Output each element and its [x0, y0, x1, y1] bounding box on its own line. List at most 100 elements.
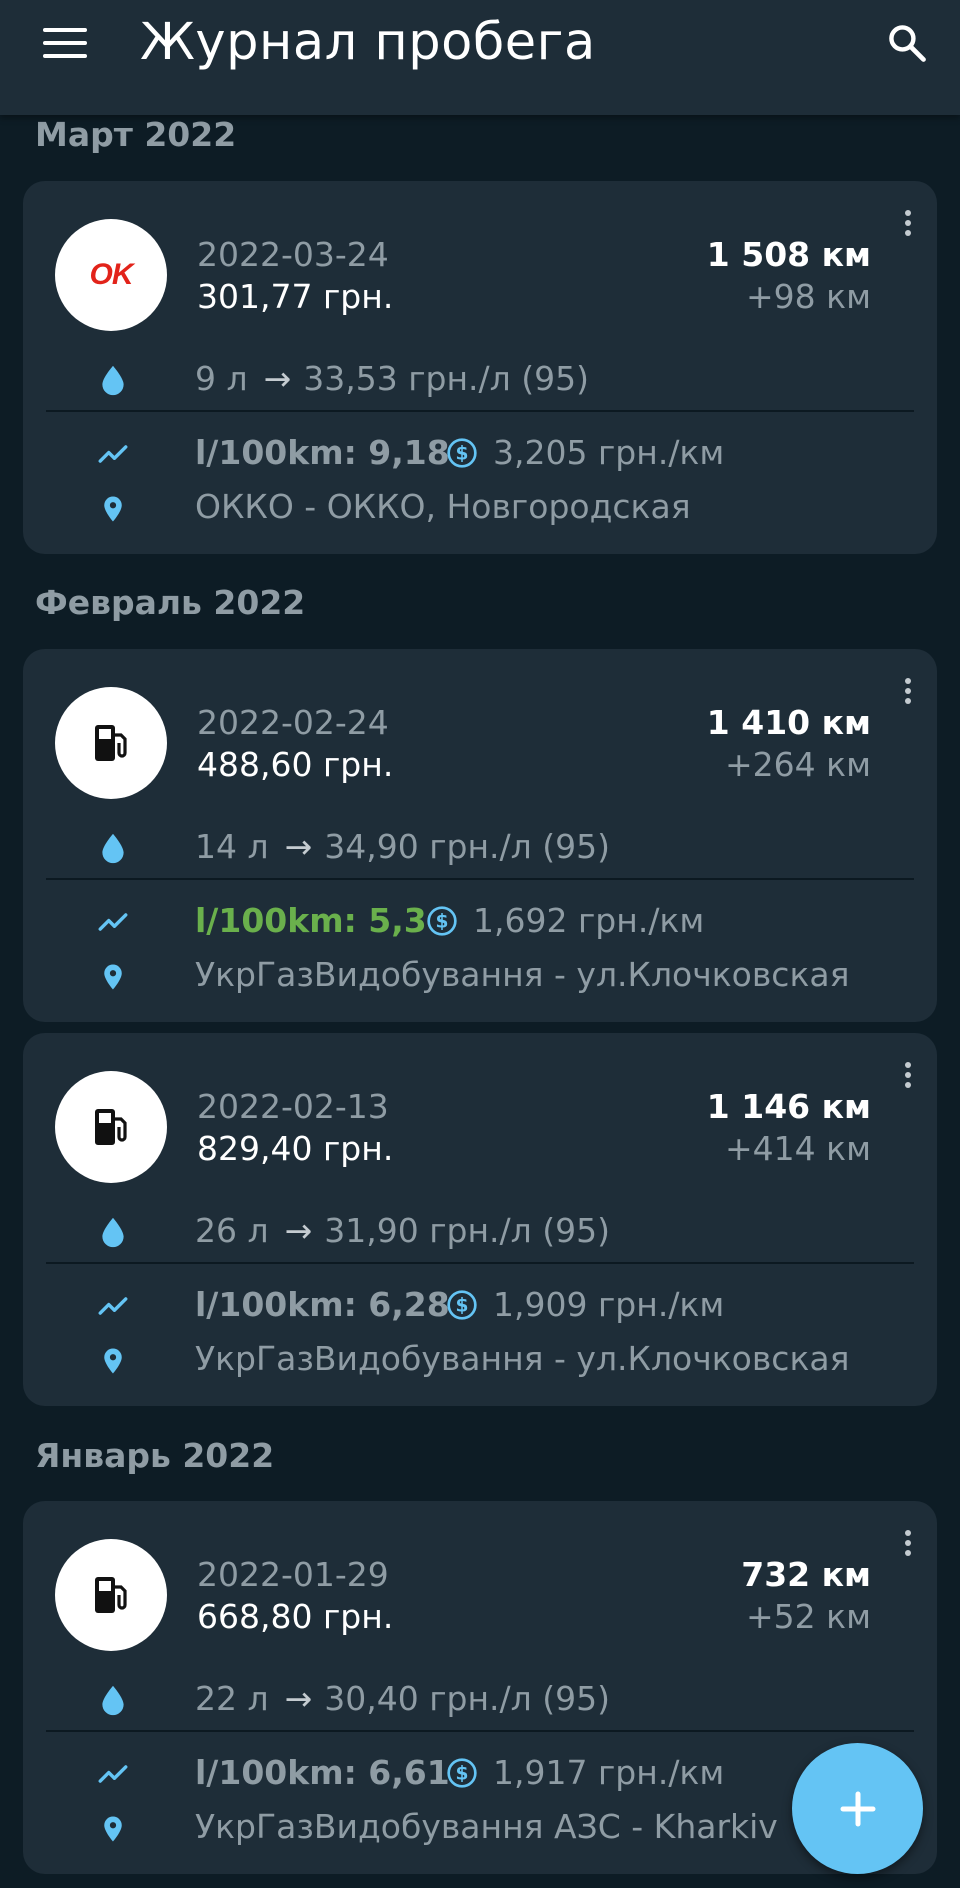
- unit-price: 34,90 грн./л: [324, 827, 532, 866]
- add-entry-button[interactable]: [792, 1743, 923, 1874]
- entry-price: 301,77 грн.: [197, 277, 394, 316]
- month-header: Март 2022: [35, 115, 237, 154]
- odometer-value: 1 410 км: [706, 703, 871, 742]
- entry-date: 2022-02-13: [197, 1087, 389, 1126]
- odometer-value: 1 146 км: [706, 1087, 871, 1126]
- month-header: Февраль 2022: [35, 583, 306, 622]
- okko-logo-text: OK: [89, 258, 134, 291]
- distance-delta: +98 км: [746, 277, 871, 316]
- arrow-icon: →: [284, 1211, 313, 1250]
- distance-delta: +52 км: [746, 1597, 871, 1636]
- svg-text:$: $: [436, 912, 449, 933]
- more-options-button[interactable]: [893, 671, 923, 711]
- fuel-volume-line: 22 л → 30,40 грн./л (95): [195, 1679, 610, 1719]
- fuel-type: (95): [542, 827, 611, 866]
- entry-price: 829,40 грн.: [197, 1129, 394, 1168]
- more-vert-dot: [905, 698, 911, 704]
- search-button[interactable]: [872, 8, 942, 78]
- trending-icon: [93, 1754, 133, 1794]
- search-icon: [889, 25, 926, 62]
- cost-per-km: 3,205 грн./км: [493, 433, 725, 472]
- menu-button[interactable]: [22, 8, 108, 78]
- refuel-card[interactable]: 2022-02-24 488,60 грн. 1 410 км +264 км …: [23, 649, 937, 1022]
- cost-per-km: 1,692 грн./км: [473, 901, 705, 940]
- more-vert-dot: [905, 1072, 911, 1078]
- more-vert-dot: [905, 688, 911, 694]
- divider: [46, 410, 914, 412]
- svg-text:$: $: [456, 444, 469, 465]
- page-title: Журнал пробега: [140, 13, 596, 72]
- arrow-icon: →: [263, 359, 292, 398]
- fuel-pump-icon: [55, 1071, 167, 1183]
- dollar-circle-icon: $: [427, 906, 457, 936]
- fuel-pump-icon: [55, 687, 167, 799]
- dollar-circle-icon: $: [447, 1290, 477, 1320]
- more-vert-dot: [905, 230, 911, 236]
- refuel-card[interactable]: OK 2022-03-24 301,77 грн. 1 508 км +98 к…: [23, 181, 937, 554]
- location-pin-icon: [93, 1341, 133, 1381]
- entry-date: 2022-03-24: [197, 235, 389, 274]
- cost-per-km: 1,909 грн./км: [493, 1285, 725, 1324]
- divider: [46, 1262, 914, 1264]
- entry-date: 2022-01-29: [197, 1555, 389, 1594]
- fuel-type: (95): [542, 1679, 611, 1718]
- fuel-volume-line: 9 л → 33,53 грн./л (95): [195, 359, 589, 399]
- refuel-list[interactable]: Март 2022 OK 2022-03-24 301,77 грн. 1 50…: [0, 0, 960, 1888]
- more-vert-icon: [905, 210, 911, 216]
- more-vert-dot: [905, 1550, 911, 1556]
- station-name: ОККО - ОККО, Новгородская: [195, 487, 691, 526]
- dollar-circle-icon: $: [447, 1758, 477, 1788]
- water-drop-icon: [93, 1212, 133, 1252]
- arrow-icon: →: [284, 1679, 313, 1718]
- fuel-type: (95): [542, 1211, 611, 1250]
- fuel-volume-line: 26 л → 31,90 грн./л (95): [195, 1211, 610, 1251]
- app-bar: Журнал пробега: [0, 0, 960, 115]
- more-vert-icon: [905, 1062, 911, 1068]
- more-vert-dot: [905, 1082, 911, 1088]
- location-pin-icon: [93, 957, 133, 997]
- consumption: l/100km: 5,3: [195, 901, 427, 940]
- divider: [46, 1730, 914, 1732]
- divider: [46, 878, 914, 880]
- more-options-button[interactable]: [893, 203, 923, 243]
- consumption: l/100km: 9,18: [195, 433, 450, 472]
- svg-text:$: $: [456, 1296, 469, 1317]
- water-drop-icon: [93, 360, 133, 400]
- station-name: УкрГазВидобування - ул.Клочковская: [195, 1339, 850, 1378]
- water-drop-icon: [93, 828, 133, 868]
- location-pin-icon: [93, 1809, 133, 1849]
- fuel-volume: 9 л: [195, 359, 248, 398]
- month-header: Январь 2022: [35, 1436, 275, 1475]
- more-vert-icon: [905, 1530, 911, 1536]
- entry-date: 2022-02-24: [197, 703, 389, 742]
- station-name: УкрГазВидобування - ул.Клочковская: [195, 955, 850, 994]
- unit-price: 30,40 грн./л: [324, 1679, 532, 1718]
- cost-per-km: 1,917 грн./км: [493, 1753, 725, 1792]
- fuel-volume-line: 14 л → 34,90 грн./л (95): [195, 827, 610, 867]
- arrow-icon: →: [284, 827, 313, 866]
- distance-delta: +264 км: [725, 745, 871, 784]
- menu-icon-bar: [43, 28, 87, 32]
- refuel-card[interactable]: 2022-02-13 829,40 грн. 1 146 км +414 км …: [23, 1033, 937, 1406]
- entry-price: 488,60 грн.: [197, 745, 394, 784]
- fuel-pump-icon: [55, 1539, 167, 1651]
- unit-price: 33,53 грн./л: [303, 359, 511, 398]
- menu-icon-bar: [43, 41, 87, 45]
- water-drop-icon: [93, 1680, 133, 1720]
- trending-icon: [93, 902, 133, 942]
- fuel-type: (95): [521, 359, 590, 398]
- more-options-button[interactable]: [893, 1055, 923, 1095]
- consumption: l/100km: 6,28: [195, 1285, 450, 1324]
- more-vert-icon: [905, 678, 911, 684]
- more-vert-dot: [905, 1540, 911, 1546]
- trending-icon: [93, 1286, 133, 1326]
- svg-text:$: $: [456, 1764, 469, 1785]
- okko-logo: OK: [55, 219, 167, 331]
- more-vert-dot: [905, 220, 911, 226]
- plus-icon: [840, 1791, 875, 1826]
- more-options-button[interactable]: [893, 1523, 923, 1563]
- consumption: l/100km: 6,61: [195, 1753, 450, 1792]
- fuel-volume: 26 л: [195, 1211, 269, 1250]
- distance-delta: +414 км: [725, 1129, 871, 1168]
- entry-price: 668,80 грн.: [197, 1597, 394, 1636]
